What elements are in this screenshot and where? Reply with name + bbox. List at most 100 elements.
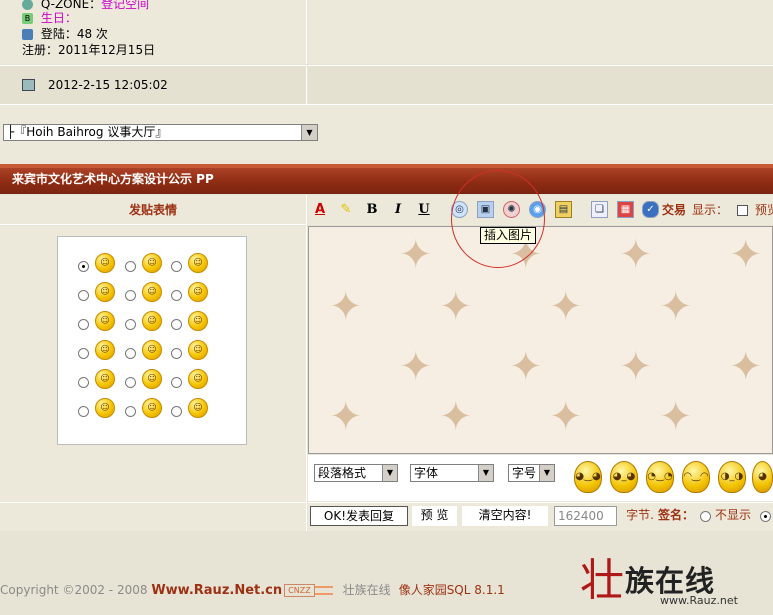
login-icon [22,29,33,40]
smiley-icon[interactable]: ◑_◑ [718,461,746,493]
annotation-circle [451,170,545,268]
editor-textarea[interactable]: ✦ ✦ ✦ ✦ ✦ ✦ ✦ ✦ ✦ ✦ ✦ ✦ ✦ ✦ ✦ ✦ [308,226,773,454]
background-figure: ✦ [659,284,693,330]
emoticon-face-icon[interactable]: ☺ [188,369,208,389]
emoticon-face-icon[interactable]: ☺ [142,398,162,418]
emoticon-radio[interactable] [171,377,182,388]
background-figure: ✦ [729,232,763,278]
emoticon-radio[interactable] [78,348,89,359]
logo-seal-icon: 壮 [580,555,624,606]
font-select[interactable]: 字体 ▼ [410,464,494,482]
chevron-down-icon[interactable]: ▼ [478,465,493,481]
quote-icon[interactable]: ▤ [555,201,572,218]
emoticon-face-icon[interactable]: ☺ [188,282,208,302]
submit-reply-button[interactable]: OK!发表回复 [310,506,408,526]
background-figure: ✦ [509,344,543,390]
background-figure: ✦ [439,284,473,330]
signature-label: 签名： [657,508,694,522]
emoticon-face-icon[interactable]: ☺ [95,340,115,360]
char-unit-label: 字节. [626,508,654,522]
emoticon-radio[interactable] [125,348,136,359]
emoticon-radio[interactable] [171,406,182,417]
cnzz-badge[interactable]: CNZZ [284,584,315,597]
emoticon-radio[interactable] [171,261,182,272]
paragraph-select-value: 段落格式 [318,466,367,480]
emoticon-radio[interactable] [171,290,182,301]
emoticon-face-icon[interactable]: ☺ [188,340,208,360]
background-figure: ✦ [329,284,363,330]
size-select-value: 字号 [512,466,537,480]
clear-content-button[interactable]: 清空内容! [462,506,548,526]
emoticon-radio[interactable] [78,261,89,272]
emoticon-face-icon[interactable]: ☺ [95,398,115,418]
powered-by: 像人家园SQL 8.1.1 [398,583,505,597]
emoticon-radio[interactable] [78,290,89,301]
preview-button[interactable]: 预 览 [412,506,457,526]
font-select-value: 字体 [414,466,439,480]
trade-label[interactable]: 交易 [659,201,689,219]
chevron-down-icon[interactable]: ▼ [539,465,554,481]
paragraph-select[interactable]: 段落格式 ▼ [314,464,398,482]
emoticon-face-icon[interactable]: ☺ [95,311,115,331]
smiley-icon[interactable]: ◕‿◕ [574,461,602,493]
underline-button[interactable]: U [416,201,432,219]
post-footer-right [308,65,773,104]
forum-jump-select[interactable]: ├『Hoih Baihrog 议事大厅』 ▼ [3,124,318,141]
emoticon-radio[interactable] [125,261,136,272]
size-select[interactable]: 字号 ▼ [508,464,555,482]
emoticon-face-icon[interactable]: ☺ [142,369,162,389]
emoticon-radio[interactable] [78,406,89,417]
hide-signature-label: 不显示 [715,508,752,522]
birthday-row: B 生日： [22,9,77,26]
font-color-button[interactable]: A [312,201,328,219]
smiley-icon[interactable]: ◕_◕ [610,461,638,493]
italic-button[interactable]: I [390,201,406,219]
emoticon-face-icon[interactable]: ☺ [188,398,208,418]
table-icon[interactable]: ▦ [617,201,634,218]
emoticon-radio[interactable] [171,319,182,330]
emoticon-face-icon[interactable]: ☺ [142,340,162,360]
emoticon-radio[interactable] [125,377,136,388]
emoticon-face-icon[interactable]: ☺ [95,253,115,273]
highlight-icon[interactable]: ✎ [338,201,354,219]
emoticon-face-icon[interactable]: ☺ [142,311,162,331]
emoticon-radio[interactable] [78,377,89,388]
site-link[interactable]: Www.Rauz.Net.cn [151,583,282,598]
smiley-icon[interactable]: ◔‿◔ [646,461,674,493]
preview-checkbox[interactable] [737,205,748,216]
birthday-icon: B [22,13,33,24]
hide-signature-radio[interactable] [700,511,711,522]
emoticon-face-icon[interactable]: ☺ [188,311,208,331]
preview-toggle-label: 预览 [755,203,773,217]
emoticon-radio[interactable] [125,319,136,330]
background-figure: ✦ [399,344,433,390]
file-icon[interactable]: ❏ [591,201,608,218]
chevron-down-icon[interactable]: ▼ [382,465,397,481]
background-figure: ✦ [619,344,653,390]
emoticon-radio[interactable] [78,319,89,330]
forum-jump-value: ├『Hoih Baihrog 议事大厅』 [7,125,168,139]
post-time: 2012-2-15 12:05:02 [48,78,168,92]
chevron-down-icon[interactable]: ▼ [301,125,317,140]
computer-icon [22,79,35,91]
bold-button[interactable]: B [364,201,380,219]
qzone-link[interactable]: 登记空间 [101,0,149,11]
show-signature-radio[interactable] [760,511,771,522]
emoticon-radio[interactable] [125,290,136,301]
insert-image-tooltip: 插入图片 [480,227,537,244]
emoticon-radio[interactable] [171,348,182,359]
emoticon-face-icon[interactable]: ☺ [142,282,162,302]
emoticon-face-icon[interactable]: ☺ [188,253,208,273]
smiley-icon[interactable]: ◠‿◠ [682,461,710,493]
emoticon-header: 发贴表情 [0,195,307,225]
emoticon-radio[interactable] [125,406,136,417]
background-figure: ✦ [549,394,583,440]
emoticon-face-icon[interactable]: ☺ [95,369,115,389]
site-logo: 壮 族在线 www.Rauz.net [580,556,773,608]
shield-icon[interactable]: ✓ [642,201,659,218]
copyright-line: Copyright ©2002 - 2008 Www.Rauz.Net.cn CN… [0,581,505,598]
emoticon-face-icon[interactable]: ☺ [142,253,162,273]
smiley-icon[interactable]: ◕ [752,461,773,493]
emoticon-face-icon[interactable]: ☺ [95,282,115,302]
background-figure: ✦ [659,394,693,440]
